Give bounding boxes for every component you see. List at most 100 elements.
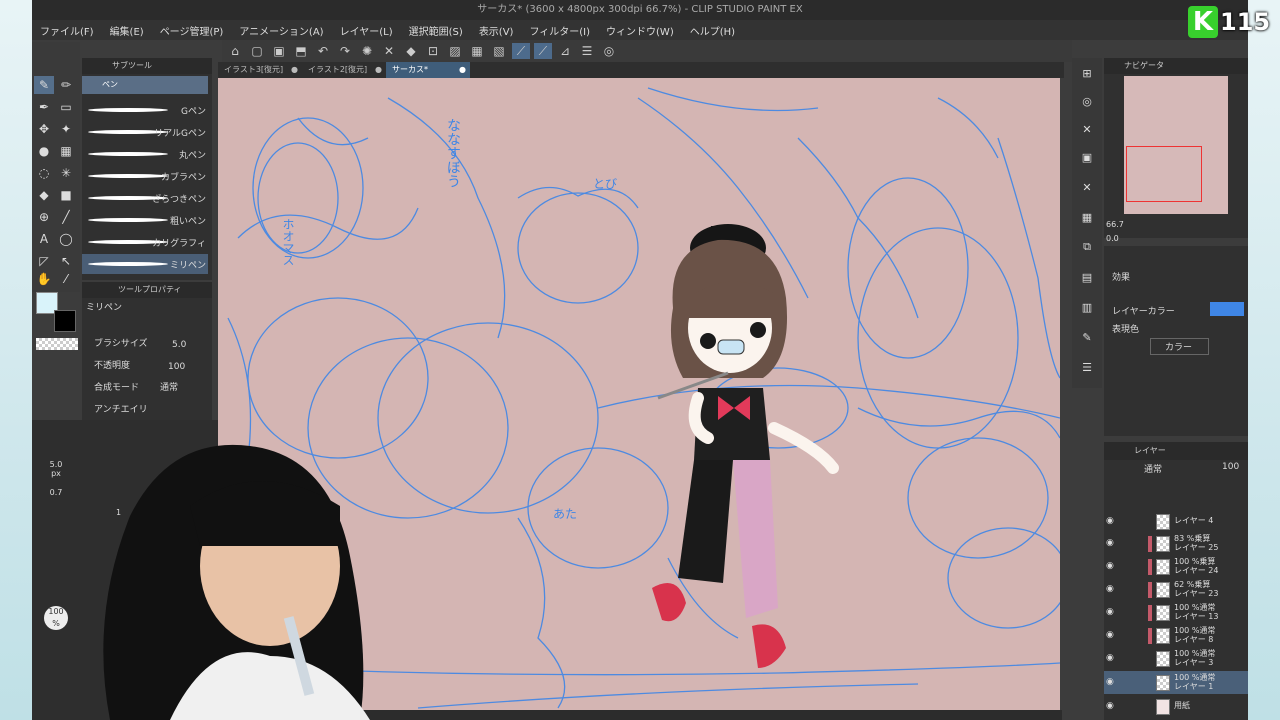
move-tool-icon[interactable]: ✥ xyxy=(34,120,54,138)
snap-icon[interactable]: ▨ xyxy=(446,43,464,59)
close-icon[interactable]: ● xyxy=(291,62,298,78)
grid-icon[interactable]: ▦ xyxy=(468,43,486,59)
clear-icon[interactable]: ✕ xyxy=(380,43,398,59)
delete-icon[interactable]: ✕ xyxy=(1078,120,1096,138)
fill-icon[interactable]: ◆ xyxy=(402,43,420,59)
brush-tool-icon[interactable]: ✒ xyxy=(34,98,54,116)
grid-panel-icon[interactable]: ▦ xyxy=(1078,208,1096,226)
zoom-value[interactable]: 66.7 xyxy=(1106,220,1124,229)
snap-ruler-icon[interactable]: ⟋ xyxy=(512,43,530,59)
menu-window[interactable]: ウィンドウ(W) xyxy=(598,23,682,38)
zoom-icon[interactable]: ◎ xyxy=(1078,92,1096,110)
layer-row[interactable]: ◉ 100 %通常 レイヤー 8 xyxy=(1104,624,1248,647)
navigator-view-frame[interactable] xyxy=(1126,146,1202,202)
menu-animation[interactable]: アニメーション(A) xyxy=(231,23,331,38)
visibility-eye-icon[interactable]: ◉ xyxy=(1106,584,1116,594)
eraser-tool-icon[interactable]: ▭ xyxy=(56,98,76,116)
brush-size-value[interactable]: 5.0 xyxy=(172,340,186,350)
visibility-eye-icon[interactable]: ◉ xyxy=(1106,653,1116,663)
brush-rough-pen[interactable]: ざらつきペン xyxy=(82,188,208,208)
brush-milli-pen[interactable]: ミリペン xyxy=(82,254,208,274)
layer-row-selected[interactable]: ◉ 100 %通常 レイヤー 1 xyxy=(1104,671,1248,694)
eyedropper-tool-icon[interactable]: ⁄ xyxy=(56,270,76,288)
frame-tool-icon[interactable]: ◸ xyxy=(34,252,54,270)
visibility-eye-icon[interactable]: ◉ xyxy=(1106,677,1116,687)
transparent-color-swatch[interactable] xyxy=(36,338,78,350)
edit-icon[interactable]: ✎ xyxy=(1078,328,1096,346)
visibility-eye-icon[interactable]: ◉ xyxy=(1106,607,1116,617)
menu-layer[interactable]: レイヤー(L) xyxy=(332,23,401,38)
tab-illust2[interactable]: イラスト2[復元] ● xyxy=(302,62,386,78)
export-icon[interactable]: ▥ xyxy=(1078,298,1096,316)
rotation-value[interactable]: 0.0 xyxy=(1106,234,1119,243)
gradient-tool-icon[interactable]: ■ xyxy=(56,186,76,204)
layer-blend-select[interactable]: 通常 xyxy=(1144,462,1162,475)
tab-circus[interactable]: サーカス* ● xyxy=(386,62,470,78)
ruler-icon[interactable]: ▧ xyxy=(490,43,508,59)
settings-icon[interactable]: ✺ xyxy=(358,43,376,59)
grid-tool-icon[interactable]: ▦ xyxy=(56,142,76,160)
tab-illust3[interactable]: イラスト3[復元] ● xyxy=(218,62,302,78)
sub-color-swatch[interactable] xyxy=(54,310,76,332)
menu-view[interactable]: 表示(V) xyxy=(471,23,522,38)
pen-tool-icon[interactable]: ✎ xyxy=(34,76,54,94)
visibility-eye-icon[interactable]: ◉ xyxy=(1106,538,1116,548)
save-icon[interactable]: ⬒ xyxy=(292,43,310,59)
new-file-icon[interactable]: ▢ xyxy=(248,43,266,59)
brush-coarse-pen[interactable]: 粗いペン xyxy=(82,210,208,230)
text-tool-icon[interactable]: A xyxy=(34,230,54,248)
opacity-dial[interactable]: 100% xyxy=(44,606,68,630)
brush-g-pen[interactable]: Gペン xyxy=(82,100,208,120)
sparkle-tool-icon[interactable]: ✦ xyxy=(56,120,76,138)
brush-real-g-pen[interactable]: リアルGペン xyxy=(82,122,208,142)
layer-opacity-value[interactable]: 100 xyxy=(1222,462,1239,472)
close-icon[interactable]: ● xyxy=(375,62,382,78)
transform-icon[interactable]: ⊡ xyxy=(424,43,442,59)
undo-icon[interactable]: ↶ xyxy=(314,43,332,59)
copy-icon[interactable]: ⧉ xyxy=(1078,238,1096,256)
hand-tool-icon[interactable]: ✋ xyxy=(34,270,54,288)
close-icon[interactable]: ● xyxy=(459,62,466,78)
camera-icon[interactable]: ▣ xyxy=(1078,148,1096,166)
visibility-eye-icon[interactable]: ◉ xyxy=(1106,516,1116,526)
blend-mode-select[interactable]: 通常 xyxy=(160,380,178,393)
pencil-tool-icon[interactable]: ✏ xyxy=(56,76,76,94)
brush-calligraphy[interactable]: カリグラフィ xyxy=(82,232,208,252)
subtool-group[interactable]: ペン xyxy=(82,76,208,94)
layer-row[interactable]: ◉ レイヤー 4 xyxy=(1104,510,1248,533)
menu-help[interactable]: ヘルプ(H) xyxy=(682,23,743,38)
balloon-tool-icon[interactable]: ◯ xyxy=(56,230,76,248)
redo-icon[interactable]: ↷ xyxy=(336,43,354,59)
menu-edit[interactable]: 編集(E) xyxy=(102,23,152,38)
visibility-eye-icon[interactable]: ◉ xyxy=(1106,561,1116,571)
home-icon[interactable]: ⌂ xyxy=(226,43,244,59)
blend-tool-icon[interactable]: ● xyxy=(34,142,54,160)
layer-row[interactable]: ◉ 100 %通常 レイヤー 13 xyxy=(1104,601,1248,624)
zoom-tool-icon[interactable]: ⊕ xyxy=(34,208,54,226)
layer-row[interactable]: ◉ 100 %乗算 レイヤー 24 xyxy=(1104,555,1248,578)
size-small[interactable]: 0.7 xyxy=(40,488,72,497)
horizontal-scrollbar[interactable] xyxy=(362,710,1062,720)
line-tool-icon[interactable]: ╱ xyxy=(56,208,76,226)
lasso-tool-icon[interactable]: ◌ xyxy=(34,164,54,182)
open-icon[interactable]: ▣ xyxy=(270,43,288,59)
snap-special-icon[interactable]: ⟋ xyxy=(534,43,552,59)
layer-row[interactable]: ◉ 100 %通常 レイヤー 3 xyxy=(1104,647,1248,670)
menu-selection[interactable]: 選択範囲(S) xyxy=(401,23,471,38)
menu-filter[interactable]: フィルター(I) xyxy=(521,23,598,38)
canvas-icon[interactable]: ⊞ xyxy=(1078,64,1096,82)
menu-page[interactable]: ページ管理(P) xyxy=(152,23,232,38)
layer-row[interactable]: ◉ 62 %乗算 レイヤー 23 xyxy=(1104,578,1248,601)
snap-grid-icon[interactable]: ⊿ xyxy=(556,43,574,59)
visibility-eye-icon[interactable]: ◉ xyxy=(1106,630,1116,640)
menu-file[interactable]: ファイル(F) xyxy=(32,23,102,38)
layer-icon[interactable]: ☰ xyxy=(578,43,596,59)
layer-row[interactable]: ◉ 83 %乗算 レイヤー 25 xyxy=(1104,532,1248,555)
list-icon[interactable]: ☰ xyxy=(1078,358,1096,376)
assets-icon[interactable]: ◎ xyxy=(600,43,618,59)
paste-icon[interactable]: ▤ xyxy=(1078,268,1096,286)
visibility-eye-icon[interactable]: ◉ xyxy=(1106,701,1116,711)
brush-kabura-pen[interactable]: カブラペン xyxy=(82,166,208,186)
brush-round-pen[interactable]: 丸ペン xyxy=(82,144,208,164)
fill-tool-icon[interactable]: ◆ xyxy=(34,186,54,204)
